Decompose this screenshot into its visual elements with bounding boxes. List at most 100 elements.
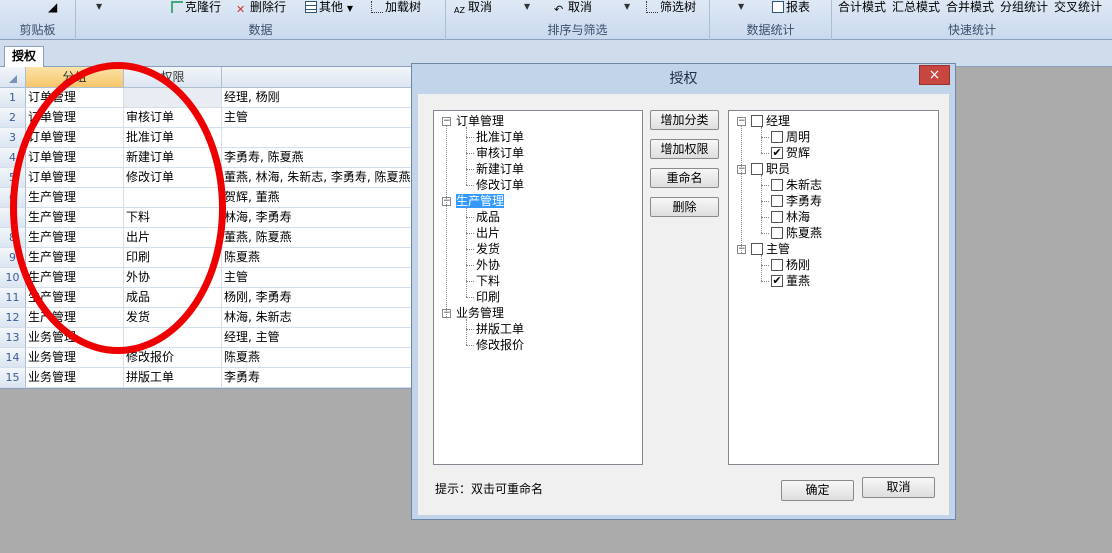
sum-mode-button[interactable]: 合计模式 [838,0,886,16]
eraser-icon[interactable]: ◢ [48,0,57,16]
load-tree-button[interactable]: 加载树 [371,0,421,16]
tree-connector [741,125,742,253]
ribbon-group-sort-filter: AZ 取消 ▼ ↶ 取消 ▼ 筛选树 排序与筛选 [446,0,710,40]
tree-category[interactable]: 生产管理 [456,193,505,209]
checkbox[interactable] [771,131,783,143]
tree-permission[interactable]: 新建订单 [476,161,524,177]
cell-users[interactable] [222,128,412,148]
row-number[interactable]: 12 [0,308,26,328]
tree-permission[interactable]: 出片 [476,225,500,241]
checkbox[interactable] [751,243,763,255]
tree-user[interactable]: 杨刚 [786,257,810,273]
rename-button[interactable]: 重命名 [650,168,719,188]
tree-permission[interactable]: 发货 [476,241,500,257]
column-header-users[interactable] [222,67,412,88]
table-row[interactable]: 14 业务管理 修改报价 陈夏燕 [0,348,412,368]
clone-row-button[interactable]: 克隆行 [171,0,221,16]
other-button[interactable]: 其他 ▼ [305,0,353,16]
cancel-sort-button[interactable]: AZ 取消 [454,0,492,16]
cancel-filter-button[interactable]: ↶ 取消 [554,0,592,16]
checkbox[interactable] [771,195,783,207]
tree-user[interactable]: 李勇寿 [786,193,822,209]
cell-users[interactable]: 林海, 朱新志 [222,308,412,328]
cell-users[interactable]: 董燕, 林海, 朱新志, 李勇寿, 陈夏燕 [222,168,412,188]
chevron-down-icon[interactable]: ▼ [624,2,630,11]
cell-users[interactable]: 李勇寿, 陈夏燕 [222,148,412,168]
cell-users[interactable]: 主管 [222,108,412,128]
tree-user[interactable]: 陈夏燕 [786,225,822,241]
row-number[interactable]: 1 [0,88,26,108]
checkbox[interactable] [771,227,783,239]
checkbox[interactable] [771,179,783,191]
checkbox-checked[interactable]: ✔ [771,275,783,287]
table-row[interactable]: 15 业务管理 拼版工单 李勇寿 [0,368,412,388]
row-number[interactable]: 14 [0,348,26,368]
cell-users[interactable]: 陈夏燕 [222,248,412,268]
tree-user[interactable]: 朱新志 [786,177,822,193]
permission-tree[interactable]: − 订单管理 批准订单 审核订单 新建订单 修改订单 − 生产管理 成品 出片 发货 外协 下料 印刷 − 业… [433,110,643,465]
cell-users[interactable]: 林海, 李勇寿 [222,208,412,228]
report-icon [772,1,784,13]
checkbox[interactable] [771,259,783,271]
tree-permission[interactable]: 印刷 [476,289,500,305]
tree-permission[interactable]: 外协 [476,257,500,273]
tree-permission[interactable]: 修改订单 [476,177,524,193]
tree-permission[interactable]: 修改报价 [476,337,524,353]
row-number[interactable]: 15 [0,368,26,388]
tree-role[interactable]: 主管 [766,241,790,257]
checkbox[interactable] [751,115,763,127]
tree-role[interactable]: 职员 [766,161,790,177]
cell-users[interactable]: 经理, 杨刚 [222,88,412,108]
checkbox[interactable] [751,163,763,175]
tree-user[interactable]: 周明 [786,129,810,145]
cell-users[interactable]: 主管 [222,268,412,288]
tree-user[interactable]: 董燕 [786,273,810,289]
delete-button[interactable]: 删除 [650,197,719,217]
summary-mode-button[interactable]: 汇总模式 [892,0,940,16]
filter-tree-button[interactable]: 筛选树 [646,0,696,16]
add-category-button[interactable]: 增加分类 [650,110,719,130]
tree-category[interactable]: 订单管理 [456,113,504,129]
report-button[interactable]: 报表 [772,0,810,16]
cell-users[interactable]: 李勇寿 [222,368,412,388]
tree-permission[interactable]: 成品 [476,209,500,225]
tree-permission[interactable]: 审核订单 [476,145,524,161]
tree-node-label: 林海 [786,210,811,224]
add-permission-button[interactable]: 增加权限 [650,139,719,159]
cell-group[interactable]: 业务管理 [26,368,124,388]
checkbox[interactable] [771,211,783,223]
checkbox-checked[interactable]: ✔ [771,147,783,159]
tab-authorization[interactable]: 授权 [4,46,44,67]
chevron-down-icon[interactable]: ▼ [524,2,530,11]
delete-row-button[interactable]: ✕ 删除行 [236,0,286,16]
user-tree[interactable]: − 经理 周明 ✔ 贺辉 − 职员 朱新志 李勇寿 林海 陈夏燕 − 主管 杨刚 ✔ 董燕 [728,110,939,465]
tree-connector [761,255,762,281]
chevron-down-icon[interactable]: ▼ [96,2,102,11]
cancel-button[interactable]: 取消 [862,477,935,498]
row-number[interactable]: 11 [0,288,26,308]
ok-button[interactable]: 确定 [781,480,854,501]
tree-user[interactable]: 贺辉 [786,145,810,161]
grid-corner[interactable] [0,67,26,88]
group-stats-button[interactable]: 分组统计 [1000,0,1048,16]
chevron-down-icon[interactable]: ▼ [738,2,744,11]
cell-users[interactable]: 经理, 主管 [222,328,412,348]
tree-permission[interactable]: 批准订单 [476,129,524,145]
tree-permission[interactable]: 下料 [476,273,500,289]
row-number[interactable]: 13 [0,328,26,348]
tree-category[interactable]: 业务管理 [456,305,504,321]
tree-connector [466,265,474,266]
cell-users[interactable]: 陈夏燕 [222,348,412,368]
ribbon-group-data: ▼ 克隆行 ✕ 删除行 其他 ▼ 加载树 数据 [76,0,446,40]
close-button[interactable]: × [919,65,950,85]
tree-user[interactable]: 林海 [786,209,810,225]
row-number[interactable]: 2 [0,108,26,128]
merge-mode-button[interactable]: 合并模式 [946,0,994,16]
cell-users[interactable]: 杨刚, 李勇寿 [222,288,412,308]
cell-permission[interactable]: 拼版工单 [124,368,222,388]
cell-users[interactable]: 董燕, 陈夏燕 [222,228,412,248]
tree-permission[interactable]: 拼版工单 [476,321,524,337]
cross-stats-button[interactable]: 交叉统计 [1054,0,1102,16]
tree-role[interactable]: 经理 [766,113,790,129]
cell-users[interactable]: 贺辉, 董燕 [222,188,412,208]
